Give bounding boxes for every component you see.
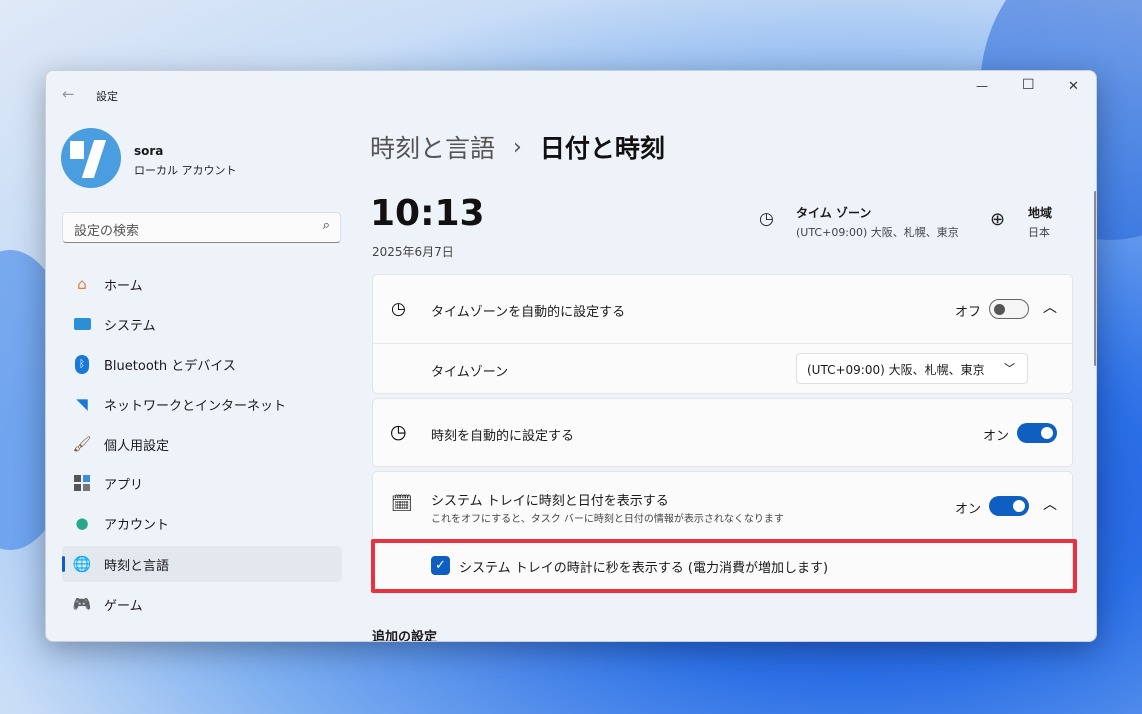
minimize-button[interactable]: — — [976, 79, 988, 93]
window-title: 設定 — [96, 90, 118, 103]
maximize-button[interactable]: ☐ — [1022, 77, 1035, 93]
apps-icon — [72, 473, 92, 493]
sidebar-item-time-language[interactable]: 🌐 時刻と言語 — [62, 546, 342, 582]
wifi-icon: ◥ — [76, 395, 88, 413]
auto-time-card: ◷ 時刻を自動的に設定する オン — [372, 398, 1073, 467]
tray-clock-desc: これをオフにすると、タスク バーに時刻と日付の情報が表示されなくなります — [431, 514, 784, 525]
clock-globe-icon: ◷ — [759, 209, 774, 229]
timezone-label: タイム ゾーン — [796, 206, 872, 220]
search-input[interactable]: 設定の検索 — [74, 220, 139, 239]
settings-window: ← 設定 — ☐ ✕ sora ローカル アカウント 設定の検索 ⌕ ⌂ ホーム … — [45, 70, 1097, 642]
seconds-label[interactable]: システム トレイの時計に秒を表示する (電力消費が増加します) — [459, 557, 828, 576]
timezone-dropdown[interactable]: (UTC+09:00) 大阪、札幌、東京 ﹀ — [796, 353, 1028, 384]
chevron-down-icon: ﹀ — [1004, 362, 1015, 375]
tray-clock-state: オン — [955, 502, 982, 517]
sidebar-item-apps[interactable]: アプリ — [62, 465, 342, 501]
avatar — [61, 128, 121, 188]
bluetooth-icon: ᛒ — [72, 354, 92, 374]
breadcrumb-parent[interactable]: 時刻と言語 — [370, 129, 495, 165]
globe-icon: ⊕ — [990, 209, 1006, 230]
timezone-row-label: タイムゾーン — [431, 365, 509, 380]
home-icon: ⌂ — [77, 275, 87, 293]
current-date: 2025年6月7日 — [372, 245, 454, 259]
sidebar-item-personalization[interactable]: 🖌 個人用設定 — [62, 426, 342, 462]
seconds-checkbox[interactable]: ✓ — [431, 556, 450, 575]
chevron-up-icon[interactable]: ︿ — [1043, 297, 1057, 317]
chevron-right-icon: › — [513, 134, 522, 160]
additional-settings-title: 追加の設定 — [372, 630, 438, 642]
account-icon: ● — [75, 514, 89, 532]
auto-time-label: 時刻を自動的に設定する — [431, 429, 575, 444]
user-name: sora — [134, 144, 164, 158]
close-button[interactable]: ✕ — [1068, 79, 1079, 94]
page-title: 日付と時刻 — [539, 134, 665, 163]
region-value: 日本 — [1028, 226, 1050, 239]
timezone-value: (UTC+09:00) 大阪、札幌、東京 — [796, 226, 959, 239]
auto-timezone-card: ◷ タイムゾーンを自動的に設定する オフ ︿ タイムゾーン (UTC+09:00… — [372, 274, 1073, 394]
back-icon[interactable]: ← — [62, 85, 75, 103]
clock-globe-icon: ◷ — [391, 299, 406, 319]
sidebar-item-bluetooth[interactable]: ᛒ Bluetooth とデバイス — [62, 346, 342, 382]
time-language-icon: 🌐 — [72, 555, 92, 573]
breadcrumb: 時刻と言語 › 日付と時刻 — [370, 129, 665, 165]
auto-timezone-state: オフ — [955, 305, 982, 320]
search-box[interactable]: 設定の検索 ⌕ — [62, 212, 341, 243]
user-account-type: ローカル アカウント — [134, 164, 237, 177]
sidebar-item-network[interactable]: ◥ ネットワークとインターネット — [62, 386, 342, 422]
brush-icon: 🖌 — [72, 435, 92, 453]
region-label: 地域 — [1028, 206, 1053, 220]
auto-timezone-label: タイムゾーンを自動的に設定する — [431, 305, 626, 320]
auto-time-toggle[interactable] — [1017, 423, 1057, 443]
calendar-clock-icon: 🗓 — [391, 494, 413, 514]
search-icon: ⌕ — [322, 218, 330, 233]
tray-clock-toggle[interactable] — [989, 496, 1029, 516]
sidebar-item-system[interactable]: システム — [62, 306, 342, 342]
sidebar-item-accounts[interactable]: ● アカウント — [62, 505, 342, 541]
gaming-icon: 🎮 — [72, 595, 92, 613]
sidebar-item-home[interactable]: ⌂ ホーム — [62, 266, 342, 302]
sidebar-item-gaming[interactable]: 🎮 ゲーム — [62, 586, 342, 622]
auto-timezone-toggle[interactable] — [989, 299, 1029, 319]
auto-time-state: オン — [983, 429, 1010, 444]
system-icon — [72, 314, 92, 334]
scrollbar[interactable] — [1094, 191, 1096, 366]
tray-clock-label: システム トレイに時刻と日付を表示する — [431, 494, 669, 509]
chevron-up-icon[interactable]: ︿ — [1043, 494, 1057, 514]
current-time: 10:13 — [370, 193, 485, 234]
clock-icon: ◷ — [390, 421, 407, 443]
